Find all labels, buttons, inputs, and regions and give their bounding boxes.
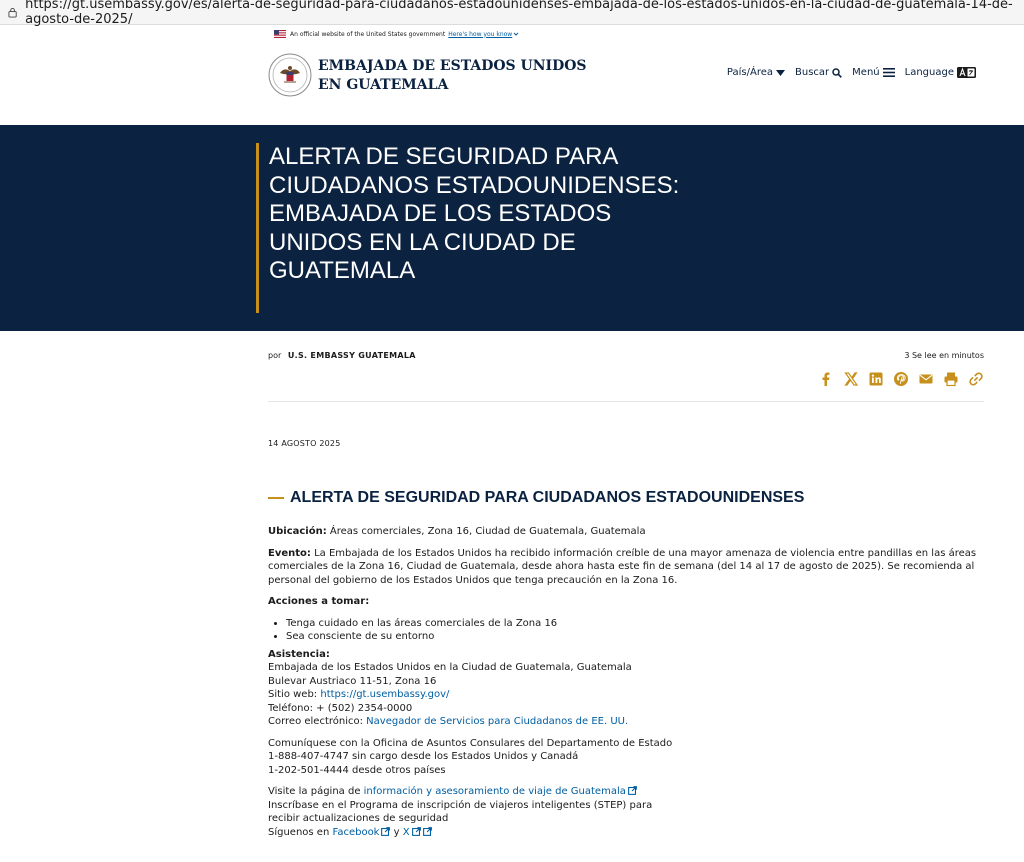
location-label: Ubicación:	[268, 526, 327, 537]
consular-line2: 1-888-407-4747 sin cargo desde los Estad…	[268, 751, 579, 762]
assistance-address: Bulevar Austriaco 11-51, Zona 16	[268, 675, 437, 687]
gov-banner: An official website of the United States…	[0, 25, 1024, 43]
assistance-paragraph: Asistencia: Embajada de los Estados Unid…	[268, 648, 984, 729]
assistance-label: Asistencia:	[268, 648, 330, 660]
pinterest-icon[interactable]	[893, 371, 909, 387]
email-label: Correo electrónico:	[268, 716, 367, 727]
site-title-line2: EN GUATEMALA	[318, 77, 449, 93]
embassy-seal-icon[interactable]	[268, 53, 312, 97]
byline-author[interactable]: U.S. EMBASSY GUATEMALA	[288, 351, 416, 360]
share-bar	[818, 371, 984, 387]
external-link-icon[interactable]	[627, 786, 637, 795]
caret-down-icon	[776, 69, 786, 76]
heres-how-you-know-link[interactable]: Here's how you know	[448, 31, 512, 38]
location-paragraph: Ubicación: Áreas comerciales, Zona 16, C…	[268, 525, 984, 539]
list-item: Tenga cuidado en las áreas comerciales d…	[286, 617, 984, 631]
website-link[interactable]: https://gt.usembassy.gov/	[320, 689, 449, 700]
menu-label: Menú	[852, 67, 880, 78]
visit-prefix: Visite la página de	[268, 786, 364, 797]
browser-url[interactable]: https://gt.usembassy.gov/es/alerta-de-se…	[25, 0, 1024, 27]
site-title[interactable]: EMBAJADA DE ESTADOS UNIDOS EN GUATEMALA	[318, 57, 587, 95]
heading-accent-dash	[268, 497, 284, 500]
hero-accent-bar	[256, 143, 259, 313]
step-line2: recibir actualizaciones de seguridad	[268, 813, 449, 824]
read-time: 3 Se lee en minutos	[904, 351, 984, 360]
assistance-embassy: Embajada de los Estados Unidos en la Ciu…	[268, 662, 632, 673]
x-icon[interactable]	[843, 371, 859, 387]
and-text: y	[390, 826, 403, 838]
search-icon	[832, 67, 843, 78]
byline-prefix: por	[268, 351, 282, 360]
resources-paragraph: Visite la página de información y asesor…	[268, 785, 984, 839]
article-body: Ubicación: Áreas comerciales, Zona 16, C…	[268, 525, 984, 847]
print-icon[interactable]	[943, 371, 959, 387]
event-label: Evento:	[268, 547, 311, 559]
article-heading: ALERTA DE SEGURIDAD PARA CIUDADANOS ESTA…	[268, 489, 804, 507]
country-area-label: País/Área	[726, 67, 774, 78]
linkedin-icon[interactable]	[868, 371, 884, 387]
citizen-services-link[interactable]: Navegador de Servicios para Ciudadanos d…	[366, 716, 628, 727]
gov-banner-text: An official website of the United States…	[290, 30, 446, 38]
location-text: Áreas comerciales, Zona 16, Ciudad de Gu…	[326, 526, 646, 537]
page-title: ALERTA DE SEGURIDAD PARA CIUDADANOS ESTA…	[269, 143, 680, 285]
language-button[interactable]: Language	[905, 67, 976, 78]
phone-text: Teléfono: + (502) 2354-0000	[268, 702, 413, 714]
actions-label-text: Acciones a tomar:	[268, 596, 370, 607]
travel-advisory-link[interactable]: información y asesoramiento de viaje de …	[364, 786, 626, 797]
byline: por U.S. EMBASSY GUATEMALA	[268, 351, 416, 360]
event-paragraph: Evento: La Embajada de los Estados Unido…	[268, 547, 984, 588]
site-header: EMBAJADA DE ESTADOS UNIDOS EN GUATEMALA …	[0, 43, 1024, 125]
menu-button[interactable]: Menú	[852, 67, 895, 78]
article-heading-text: ALERTA DE SEGURIDAD PARA CIUDADANOS ESTA…	[290, 489, 805, 507]
browser-address-bar[interactable]: https://gt.usembassy.gov/es/alerta-de-se…	[0, 0, 1024, 27]
facebook-link[interactable]: Facebook	[332, 827, 379, 838]
x-link[interactable]: X	[403, 827, 410, 838]
language-icon	[957, 67, 976, 78]
external-link-icon[interactable]	[422, 826, 432, 836]
site-title-line1: EMBAJADA DE ESTADOS UNIDOS	[318, 58, 587, 74]
lock-icon	[8, 7, 17, 18]
main-nav: País/Área Buscar Menú Language	[727, 67, 976, 78]
facebook-icon[interactable]	[818, 371, 834, 387]
consular-line1: Comuníquese con la Oficina de Asuntos Co…	[268, 737, 673, 749]
hero-banner: ALERTA DE SEGURIDAD PARA CIUDADANOS ESTA…	[0, 125, 1024, 331]
consular-line3: 1-202-501-4444 desde otros países	[268, 764, 446, 776]
email-icon[interactable]	[918, 371, 934, 387]
website-label: Sitio web:	[268, 689, 321, 700]
link-icon[interactable]	[968, 371, 984, 387]
article-date: 14 AGOSTO 2025	[268, 439, 341, 448]
follow-prefix: Síguenos en	[268, 826, 333, 838]
event-text: La Embajada de los Estados Unidos ha rec…	[268, 547, 977, 586]
hamburger-icon	[882, 68, 895, 77]
country-area-menu[interactable]: País/Área	[726, 67, 786, 78]
list-item: Sea consciente de su entorno	[286, 630, 984, 644]
external-link-icon[interactable]	[411, 826, 421, 836]
chevron-down-icon[interactable]	[513, 31, 519, 37]
consular-paragraph: Comuníquese con la Oficina de Asuntos Co…	[268, 737, 984, 778]
article-divider	[268, 401, 984, 402]
language-label: Language	[904, 67, 954, 78]
search-button[interactable]: Buscar	[795, 67, 843, 78]
search-label: Buscar	[795, 67, 830, 78]
step-line1: Inscríbase en el Programa de inscripción…	[268, 799, 653, 811]
us-flag-icon	[274, 30, 286, 38]
actions-label: Acciones a tomar:	[268, 595, 984, 609]
actions-list: Tenga cuidado en las áreas comerciales d…	[268, 617, 984, 644]
